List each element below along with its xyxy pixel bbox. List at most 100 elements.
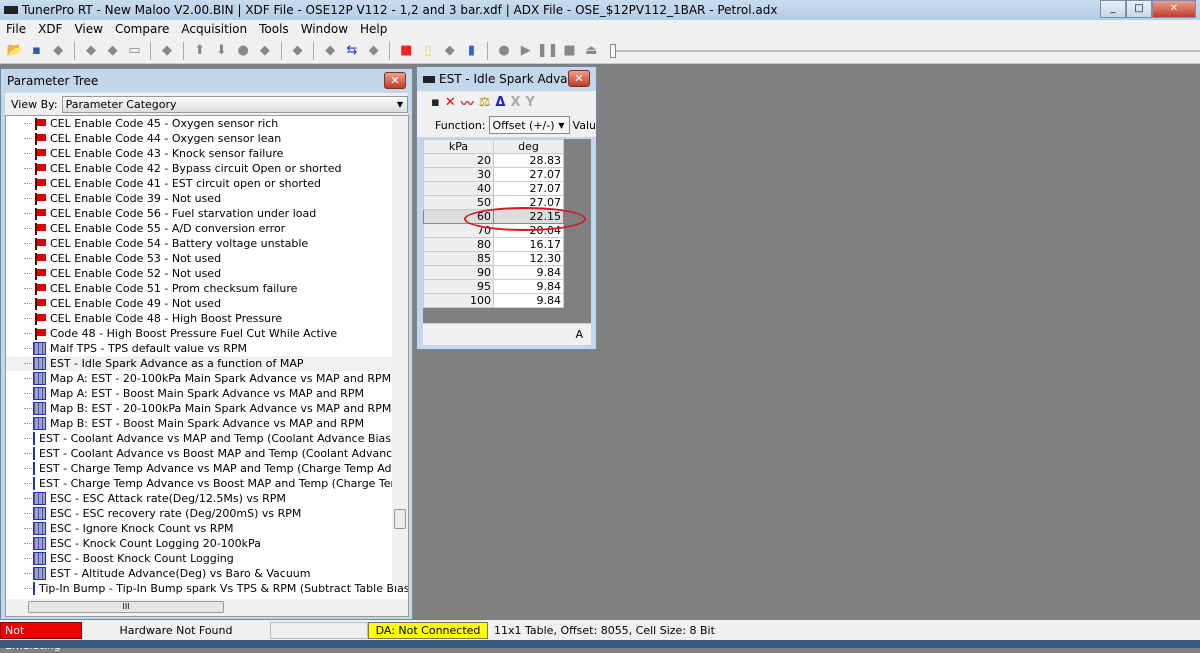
menu-help[interactable]: Help bbox=[354, 22, 393, 36]
tree-item[interactable]: Malf TPS - TPS default value vs RPM bbox=[6, 341, 408, 356]
tree-item[interactable]: CEL Enable Code 44 - Oxygen sensor lean bbox=[6, 131, 408, 146]
tree-item[interactable]: ESC - Boost Knock Count Logging bbox=[6, 551, 408, 566]
delete-icon[interactable]: ✕ bbox=[445, 95, 456, 110]
table-cell[interactable]: 27.07 bbox=[493, 181, 564, 196]
menu-window[interactable]: Window bbox=[295, 22, 354, 36]
copy-icon[interactable]: ◆ bbox=[256, 42, 274, 60]
position-slider[interactable] bbox=[610, 43, 1200, 58]
tree-item[interactable]: Map B: EST - Boost Main Spark Advance vs… bbox=[6, 416, 408, 431]
save-icon[interactable]: ▪ bbox=[28, 42, 46, 60]
tree-item[interactable]: CEL Enable Code 41 - EST circuit open or… bbox=[6, 176, 408, 191]
stop-icon[interactable]: ■ bbox=[561, 42, 579, 60]
tree-item[interactable]: CEL Enable Code 49 - Not used bbox=[6, 296, 408, 311]
table-cell[interactable]: 27.07 bbox=[493, 167, 564, 182]
tree-item[interactable]: CEL Enable Code 39 - Not used bbox=[6, 191, 408, 206]
tree-item[interactable]: ESC - ESC recovery rate (Deg/200mS) vs R… bbox=[6, 506, 408, 521]
table-cell[interactable]: 28.83 bbox=[493, 153, 564, 168]
scale-icon[interactable]: Δ bbox=[495, 95, 505, 110]
menu-view[interactable]: View bbox=[68, 22, 108, 36]
horizontal-scrollbar[interactable]: III bbox=[6, 599, 408, 616]
menu-xdf[interactable]: XDF bbox=[32, 22, 68, 36]
tree-item[interactable]: CEL Enable Code 43 - Knock sensor failur… bbox=[6, 146, 408, 161]
tree-item[interactable]: CEL Enable Code 55 - A/D conversion erro… bbox=[6, 221, 408, 236]
smooth-icon[interactable]: Y bbox=[525, 95, 534, 110]
table-cell[interactable]: 12.30 bbox=[493, 251, 564, 266]
settings-icon[interactable]: ◆ bbox=[321, 42, 339, 60]
table-cell[interactable]: 9.84 bbox=[493, 293, 564, 308]
save-as-icon[interactable]: ◆ bbox=[49, 42, 67, 60]
stop-icon[interactable]: ■ bbox=[397, 42, 415, 60]
slider-handle[interactable] bbox=[610, 43, 617, 58]
new-icon[interactable]: ▭ bbox=[126, 42, 144, 60]
scroll-thumb[interactable] bbox=[394, 509, 406, 529]
tree-item[interactable]: CEL Enable Code 51 - Prom checksum failu… bbox=[6, 281, 408, 296]
record-icon[interactable]: ● bbox=[234, 42, 252, 60]
tree-item[interactable]: CEL Enable Code 52 - Not used bbox=[6, 266, 408, 281]
maximize-button[interactable]: □ bbox=[1126, 0, 1152, 18]
eject-icon[interactable]: ⏏ bbox=[582, 42, 600, 60]
table-cell[interactable]: 9.84 bbox=[493, 265, 564, 280]
row-header[interactable]: 40 bbox=[423, 181, 494, 196]
tree-item[interactable]: ESC - ESC Attack rate(Deg/12.5Ms) vs RPM bbox=[6, 491, 408, 506]
swap-icon[interactable]: ⇆ bbox=[343, 42, 361, 60]
close-button[interactable]: ✕ bbox=[1152, 0, 1196, 18]
notes-icon[interactable]: ▯ bbox=[419, 42, 437, 60]
tree-item[interactable]: CEL Enable Code 48 - High Boost Pressure bbox=[6, 311, 408, 326]
close-icon[interactable]: ✕ bbox=[384, 72, 406, 89]
vertical-scrollbar[interactable] bbox=[392, 116, 408, 586]
row-header[interactable]: 90 bbox=[423, 265, 494, 280]
table-cell[interactable]: 16.17 bbox=[493, 237, 564, 252]
function-select[interactable]: Offset (+/-) ▼ bbox=[488, 116, 570, 134]
menu-file[interactable]: File bbox=[0, 22, 32, 36]
row-header[interactable]: 100 bbox=[423, 293, 494, 308]
save-icon[interactable]: ▪ bbox=[431, 95, 440, 110]
row-header[interactable]: 50 bbox=[423, 195, 494, 210]
import-icon[interactable]: ◆ bbox=[82, 42, 100, 60]
emulator-icon[interactable]: ◆ bbox=[158, 42, 176, 60]
minimize-button[interactable]: _ bbox=[1100, 0, 1126, 18]
tree-item[interactable]: EST - Charge Temp Advance vs MAP and Tem… bbox=[6, 461, 408, 476]
tree-item[interactable]: EST - Altitude Advance(Deg) vs Baro & Va… bbox=[6, 566, 408, 581]
menu-tools[interactable]: Tools bbox=[253, 22, 295, 36]
play-icon[interactable]: ▶ bbox=[517, 42, 535, 60]
row-header[interactable]: 20 bbox=[423, 153, 494, 168]
menu-acquisition[interactable]: Acquisition bbox=[175, 22, 253, 36]
row-header[interactable]: 85 bbox=[423, 251, 494, 266]
dashboard-icon[interactable]: ◆ bbox=[441, 42, 459, 60]
compare-icon[interactable]: ◆ bbox=[365, 42, 383, 60]
tree-item[interactable]: CEL Enable Code 54 - Battery voltage uns… bbox=[6, 236, 408, 251]
down-icon[interactable]: ⬇ bbox=[213, 42, 231, 60]
row-header[interactable]: 80 bbox=[423, 237, 494, 252]
scroll-thumb[interactable]: III bbox=[28, 601, 224, 613]
tree-item[interactable]: CEL Enable Code 56 - Fuel starvation und… bbox=[6, 206, 408, 221]
view-by-select[interactable]: Parameter Category ▼ bbox=[61, 95, 408, 113]
tree-item[interactable]: EST - Coolant Advance vs MAP and Temp (C… bbox=[6, 431, 408, 446]
tree-item[interactable]: CEL Enable Code 53 - Not used bbox=[6, 251, 408, 266]
table-cell[interactable]: 9.84 bbox=[493, 279, 564, 294]
tree-item[interactable]: Map A: EST - 20-100kPa Main Spark Advanc… bbox=[6, 371, 408, 386]
row-header[interactable]: 30 bbox=[423, 167, 494, 182]
up-icon[interactable]: ⬆ bbox=[191, 42, 209, 60]
open-icon[interactable]: 📂 bbox=[6, 42, 24, 60]
chart-icon[interactable]: ▮ bbox=[463, 42, 481, 60]
tree-item[interactable]: EST - Coolant Advance vs Boost MAP and T… bbox=[6, 446, 408, 461]
tree-item[interactable]: EST - Charge Temp Advance vs Boost MAP a… bbox=[6, 476, 408, 491]
tree-item[interactable]: ESC - Knock Count Logging 20-100kPa bbox=[6, 536, 408, 551]
menu-compare[interactable]: Compare bbox=[109, 22, 175, 36]
tree-item[interactable]: Map B: EST - 20-100kPa Main Spark Advanc… bbox=[6, 401, 408, 416]
close-icon[interactable]: ✕ bbox=[568, 70, 590, 87]
chip-icon[interactable]: ◆ bbox=[289, 42, 307, 60]
tree-item[interactable]: CEL Enable Code 42 - Bypass circuit Open… bbox=[6, 161, 408, 176]
tree-item[interactable]: EST - Idle Spark Advance as a function o… bbox=[6, 356, 408, 371]
tree-item[interactable]: Map A: EST - Boost Main Spark Advance vs… bbox=[6, 386, 408, 401]
row-header[interactable]: 95 bbox=[423, 279, 494, 294]
tree-item[interactable]: ESC - Ignore Knock Count vs RPM bbox=[6, 521, 408, 536]
tree-item[interactable]: Code 48 - High Boost Pressure Fuel Cut W… bbox=[6, 326, 408, 341]
pause-icon[interactable]: ❚❚ bbox=[537, 42, 559, 60]
record-icon[interactable]: ● bbox=[495, 42, 513, 60]
export-icon[interactable]: ◆ bbox=[104, 42, 122, 60]
graph-icon[interactable]: 〰 bbox=[461, 93, 474, 112]
tree-item[interactable]: CEL Enable Code 45 - Oxygen sensor rich bbox=[6, 116, 408, 131]
interpolate-icon[interactable]: X bbox=[510, 95, 520, 110]
tree-item[interactable]: Tip-In Bump - Tip-In Bump spark Vs TPS &… bbox=[6, 581, 408, 596]
